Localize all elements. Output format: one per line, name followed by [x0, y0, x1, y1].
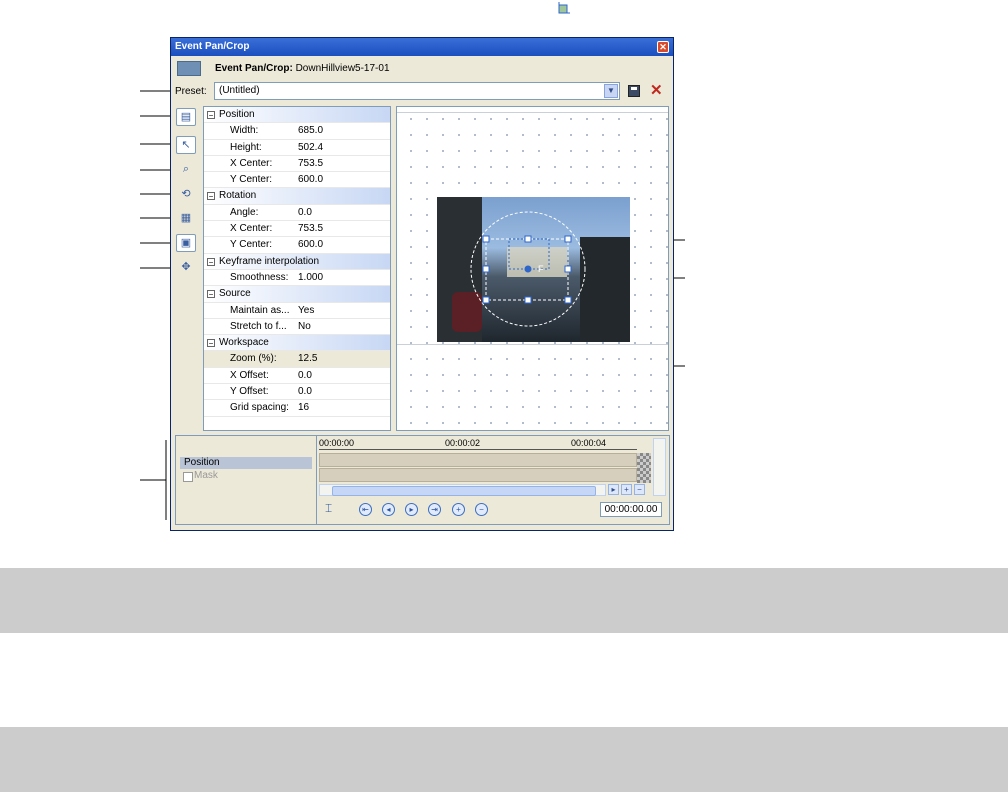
title-bar: Event Pan/Crop ✕	[171, 38, 673, 56]
end-marker	[637, 453, 651, 483]
move-freely-icon[interactable]: ✥	[176, 259, 196, 277]
timeline-controls: ⌶ ⇤ ◂ ▸ ⇥ + − 00:00:00.00	[319, 498, 669, 522]
enable-rotation-icon[interactable]: ⟲	[176, 186, 196, 204]
vertical-scrollbar[interactable]	[653, 438, 666, 496]
keyframe-tracks[interactable]	[319, 453, 637, 483]
chevron-down-icon[interactable]: ▼	[604, 84, 618, 98]
show-properties-icon[interactable]: ▤	[176, 108, 196, 126]
category-workspace[interactable]: − Workspace	[204, 335, 390, 352]
category-rotation[interactable]: − Rotation	[204, 188, 390, 205]
first-keyframe-icon[interactable]: ⇤	[359, 503, 372, 516]
property-row[interactable]: X Offset: 0.0	[204, 368, 390, 385]
mask-label: Mask	[194, 470, 218, 481]
property-row-selected[interactable]: Zoom (%): 12.5	[204, 351, 390, 368]
ruler-label: 00:00:04	[571, 438, 607, 448]
time-ruler[interactable]: 00:00:00 00:00:02 00:00:04	[319, 438, 637, 452]
property-row[interactable]: Height: 502.4	[204, 140, 390, 156]
event-header-label: Event Pan/Crop:	[215, 63, 293, 74]
ruler-label: 00:00:00	[319, 438, 355, 448]
keyframe-track-mask[interactable]	[319, 468, 637, 482]
property-row[interactable]: X Center: 753.5	[204, 221, 390, 238]
preset-dropdown[interactable]: (Untitled) ▼	[214, 82, 620, 100]
svg-text:F: F	[538, 264, 544, 274]
zoom-tool-icon[interactable]: ⌕	[176, 161, 196, 179]
ruler-label: 00:00:02	[445, 438, 481, 448]
crop-selection-box[interactable]: F	[437, 197, 630, 342]
crop-icon	[556, 2, 570, 16]
scroll-thumb[interactable]	[332, 486, 596, 496]
preset-label: Preset:	[175, 86, 207, 97]
keyframe-track-position[interactable]	[319, 453, 637, 467]
preset-value: (Untitled)	[219, 85, 260, 96]
last-keyframe-icon[interactable]: ⇥	[428, 503, 441, 516]
property-row[interactable]: Y Center: 600.0	[204, 172, 390, 189]
delete-icon[interactable]: ✕	[650, 81, 663, 99]
property-row[interactable]: Y Center: 600.0	[204, 237, 390, 254]
horizontal-scrollbar[interactable]	[319, 484, 606, 496]
previous-keyframe-icon[interactable]: ◂	[382, 503, 395, 516]
snap-to-grid-icon[interactable]: ▦	[176, 210, 196, 228]
property-row[interactable]: Grid spacing: 16	[204, 400, 390, 417]
properties-panel: − Position Width: 685.0 Height: 502.4 X Cen…	[203, 106, 391, 431]
add-keyframe-icon[interactable]: +	[452, 503, 465, 516]
event-name: DownHillview5-17-01	[295, 63, 390, 74]
mask-checkbox[interactable]	[183, 472, 193, 482]
zoom-in-icon[interactable]: +	[621, 484, 632, 495]
delete-keyframe-icon[interactable]: −	[475, 503, 488, 516]
lock-aspect-ratio-icon[interactable]: ▣	[176, 234, 196, 252]
category-source[interactable]: − Source	[204, 286, 390, 303]
scroll-right-icon[interactable]: ▸	[608, 484, 619, 495]
next-keyframe-icon[interactable]: ▸	[405, 503, 418, 516]
save-icon[interactable]	[628, 85, 640, 97]
event-icon	[177, 61, 201, 76]
zoom-out-icon[interactable]: −	[634, 484, 645, 495]
background-band	[0, 727, 1008, 792]
sync-cursor-icon[interactable]: ⌶	[325, 501, 332, 516]
close-button[interactable]: ✕	[657, 41, 669, 53]
track-mask[interactable]: Mask	[180, 470, 312, 482]
collapse-icon[interactable]: −	[207, 339, 215, 348]
normal-edit-tool-icon[interactable]: ↖	[176, 136, 196, 154]
property-row[interactable]: Width: 685.0	[204, 123, 390, 140]
category-position[interactable]: − Position	[204, 107, 390, 124]
background-band	[0, 568, 1008, 633]
collapse-icon[interactable]: −	[207, 111, 215, 120]
keyframe-timeline: Position Mask 00:00:00 00:00:02 00:00:04…	[175, 435, 670, 525]
collapse-icon[interactable]: −	[207, 257, 215, 266]
window-title: Event Pan/Crop	[175, 41, 250, 52]
collapse-icon[interactable]: −	[207, 290, 215, 299]
property-row[interactable]: Y Offset: 0.0	[204, 384, 390, 401]
collapse-icon[interactable]: −	[207, 192, 215, 201]
property-row[interactable]: Maintain as... Yes	[204, 303, 390, 319]
workspace-canvas[interactable]: F	[396, 106, 669, 431]
event-pan-crop-window: Event Pan/Crop ✕ Event Pan/Crop: DownHil…	[170, 37, 674, 531]
property-row[interactable]: X Center: 753.5	[204, 156, 390, 173]
property-row[interactable]: Smoothness: 1.000	[204, 270, 390, 287]
property-row[interactable]: Angle: 0.0	[204, 205, 390, 222]
track-position[interactable]: Position	[180, 457, 312, 469]
track-list: Position Mask	[176, 436, 317, 524]
category-keyframe-interpolation[interactable]: − Keyframe interpolation	[204, 253, 390, 270]
event-header: Event Pan/Crop: DownHillview5-17-01	[215, 63, 390, 74]
timecode-field[interactable]: 00:00:00.00	[600, 502, 662, 517]
property-row[interactable]: Stretch to f... No	[204, 319, 390, 336]
